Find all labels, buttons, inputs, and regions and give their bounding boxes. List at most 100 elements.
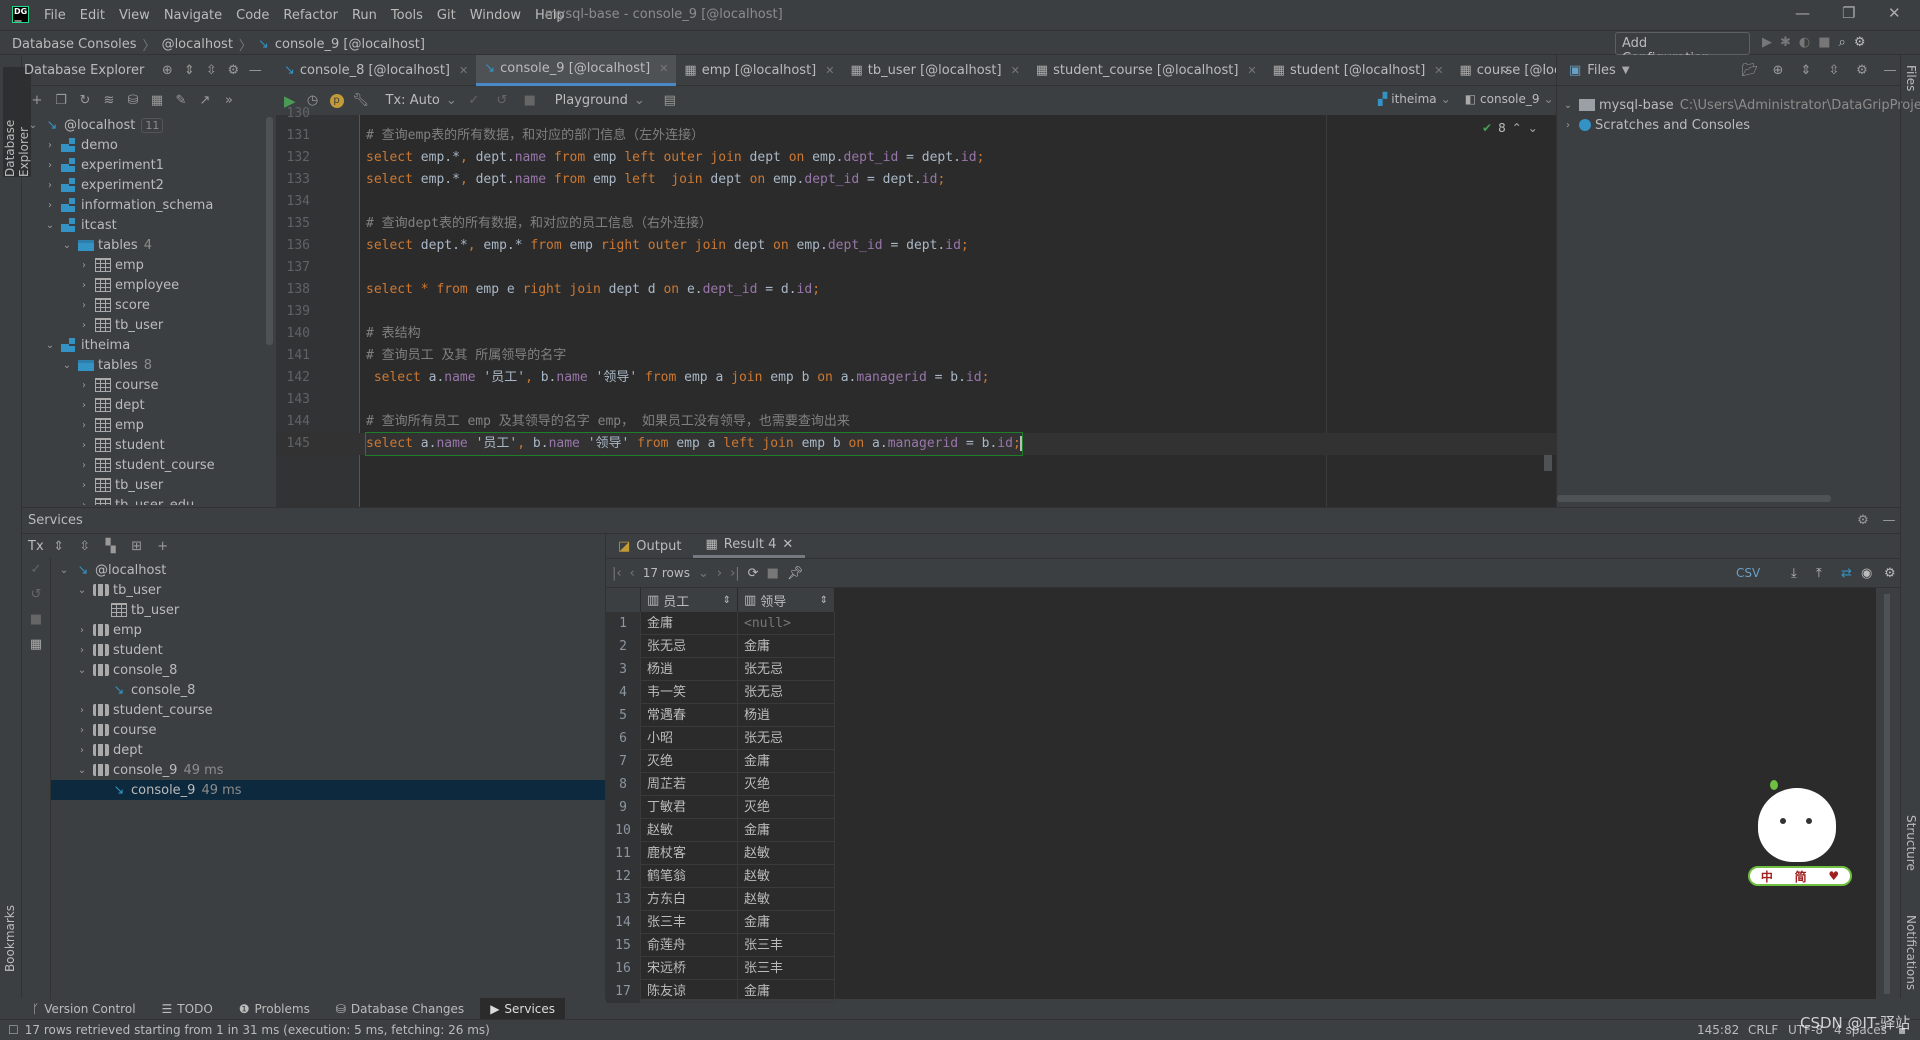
- gear-icon[interactable]: ⚙: [1852, 513, 1874, 528]
- chevron-right-icon[interactable]: ›: [77, 460, 91, 471]
- next-page-icon[interactable]: ›: [717, 566, 722, 581]
- table-cell[interactable]: 张三丰: [738, 933, 835, 957]
- open-folder-icon[interactable]: 📂︎: [1739, 63, 1761, 78]
- tree-item[interactable]: › student: [51, 640, 606, 660]
- table-cell[interactable]: 宋远桥: [641, 956, 738, 980]
- chevron-right-icon[interactable]: ›: [43, 140, 57, 151]
- tab-emp[interactable]: ▦ emp [@localhost] ✕: [676, 55, 842, 86]
- chevron-right-icon[interactable]: ›: [77, 480, 91, 491]
- hide-icon[interactable]: —: [1878, 513, 1900, 528]
- close-tab-icon[interactable]: ✕: [659, 62, 668, 75]
- table-row[interactable]: 5 常遇春 杨逍: [606, 703, 835, 727]
- table-cell[interactable]: 赵敏: [641, 818, 738, 842]
- result-grid[interactable]: ▥ 员工 ⇕ ▥ 领导 ⇕ 1 金庸 <null> 2 张无忌 金庸 3 杨逍 张无忌 4 韦一笑 张无忌 5 常遇春…: [606, 588, 1876, 1003]
- caret-position[interactable]: 145:82: [1697, 1023, 1739, 1037]
- hide-icon[interactable]: —: [1879, 63, 1901, 78]
- ime-mascot[interactable]: 中 简 ♥: [1748, 780, 1852, 890]
- close-tab-icon[interactable]: ✕: [1247, 64, 1256, 77]
- table-row[interactable]: 7 灭绝 金庸: [606, 749, 835, 773]
- tree-item[interactable]: › course: [22, 375, 266, 395]
- debug-icon[interactable]: ✱: [1780, 35, 1791, 50]
- tree-item[interactable]: ⌄ tables 4: [22, 235, 266, 255]
- tool-tab-database-changes[interactable]: ⛁ Database Changes: [326, 998, 474, 1019]
- rows-selector[interactable]: 17 rows: [643, 566, 690, 580]
- table-cell[interactable]: 丁敏君: [641, 795, 738, 819]
- tree-item[interactable]: ⌄ itheima: [22, 335, 266, 355]
- chevron-down-icon[interactable]: ⌄: [1561, 100, 1575, 111]
- edit-icon[interactable]: ✎: [170, 93, 192, 108]
- table-cell[interactable]: 金庸: [738, 910, 835, 934]
- tree-item[interactable]: tb_user: [51, 600, 606, 620]
- add-service-icon[interactable]: +: [152, 539, 174, 554]
- table-cell[interactable]: 张无忌: [738, 657, 835, 681]
- files-tree-item[interactable]: ⌄ mysql-base C:\Users\Administrator\DataG…: [1561, 95, 1920, 115]
- chevron-right-icon[interactable]: ›: [77, 440, 91, 451]
- tree-item[interactable]: ↘ console_9 49 ms: [51, 780, 606, 800]
- bookmarks-tool-tab[interactable]: Bookmarks: [3, 905, 17, 972]
- menu-navigate[interactable]: Navigate: [164, 8, 222, 23]
- more-icon[interactable]: »: [218, 93, 240, 108]
- reload-icon[interactable]: ⟳: [748, 566, 759, 581]
- table-cell[interactable]: 俞莲舟: [641, 933, 738, 957]
- files-tree-item[interactable]: › Scratches and Consoles: [1561, 115, 1750, 135]
- menu-code[interactable]: Code: [236, 8, 269, 23]
- database-icon[interactable]: ⛁: [122, 93, 144, 108]
- tool-tab-todo[interactable]: ☰ TODO: [152, 998, 223, 1019]
- menu-tools[interactable]: Tools: [391, 8, 423, 23]
- chevron-right-icon[interactable]: ›: [43, 160, 57, 171]
- table-cell[interactable]: 灭绝: [738, 795, 835, 819]
- chevron-right-icon[interactable]: ›: [75, 745, 89, 756]
- menu-refactor[interactable]: Refactor: [283, 8, 338, 23]
- locate-icon[interactable]: ⊕: [156, 63, 178, 78]
- table-cell[interactable]: 金庸: [641, 611, 738, 635]
- table-cell[interactable]: 杨逍: [738, 703, 835, 727]
- chevron-right-icon[interactable]: ›: [77, 500, 91, 506]
- table-cell[interactable]: 小昭: [641, 726, 738, 750]
- tree-item[interactable]: › student: [22, 435, 266, 455]
- jump-icon[interactable]: ↗: [194, 93, 216, 108]
- table-row[interactable]: 10 赵敏 金庸: [606, 818, 835, 842]
- tool-tab-services[interactable]: ▶ Services: [480, 998, 566, 1019]
- gear-icon[interactable]: ⚙: [1851, 63, 1873, 78]
- tool-tab-problems[interactable]: ❶ Problems: [229, 998, 320, 1019]
- chevron-down-icon[interactable]: ⌄: [26, 120, 40, 131]
- tool-tab-version-control[interactable]: ᚴ Version Control: [22, 998, 146, 1019]
- compare-icon[interactable]: ⇄: [1841, 566, 1852, 581]
- table-cell[interactable]: 鹿杖客: [641, 841, 738, 865]
- more-options-icon[interactable]: ⋮: [1538, 62, 1551, 77]
- table-row[interactable]: 16 宋远桥 张三丰: [606, 956, 835, 980]
- table-row[interactable]: 15 俞莲舟 张三丰: [606, 933, 835, 957]
- tree-item[interactable]: › emp: [22, 255, 266, 275]
- tree-item[interactable]: › score: [22, 295, 266, 315]
- tab-student-course[interactable]: ▦ student_course [@localhost] ✕: [1028, 55, 1265, 86]
- collapse-all-icon[interactable]: ⇳: [1823, 63, 1845, 78]
- menu-window[interactable]: Window: [470, 8, 521, 23]
- search-icon[interactable]: ⌕: [1839, 35, 1846, 50]
- tree-item[interactable]: ⌄ console_8: [51, 660, 606, 680]
- tree-item[interactable]: › tb_user: [22, 475, 266, 495]
- tree-item[interactable]: ⌄ itcast: [22, 215, 266, 235]
- table-cell[interactable]: 常遇春: [641, 703, 738, 727]
- column-header[interactable]: ▥ 领导 ⇕: [738, 588, 835, 612]
- breadcrumb-item[interactable]: @localhost: [162, 37, 233, 52]
- tree-item[interactable]: ⌄ tb_user: [51, 580, 606, 600]
- table-row[interactable]: 8 周芷若 灭绝: [606, 772, 835, 796]
- menu-file[interactable]: File: [44, 8, 66, 23]
- import-icon[interactable]: ⤒: [1816, 566, 1822, 581]
- menu-git[interactable]: Git: [437, 8, 456, 23]
- schema-icon[interactable]: ≋: [98, 93, 120, 108]
- last-page-icon[interactable]: ›|: [730, 566, 740, 581]
- chevron-right-icon[interactable]: ›: [77, 400, 91, 411]
- table-cell[interactable]: 灭绝: [641, 749, 738, 773]
- table-cell[interactable]: 赵敏: [738, 887, 835, 911]
- ime-mode[interactable]: 中: [1761, 868, 1773, 885]
- tree-item[interactable]: › emp: [51, 620, 606, 640]
- close-tab-icon[interactable]: ✕: [825, 64, 834, 77]
- expand-all-icon[interactable]: ⇕: [178, 63, 200, 78]
- tree-item[interactable]: › dept: [22, 395, 266, 415]
- tab-student[interactable]: ▦ student [@localhost] ✕: [1265, 55, 1452, 86]
- layout-icon[interactable]: ▦: [30, 637, 42, 652]
- tree-item[interactable]: ⌄ tables 8: [22, 355, 266, 375]
- close-button[interactable]: ✕: [1888, 4, 1901, 22]
- chevron-right-icon[interactable]: ›: [77, 320, 91, 331]
